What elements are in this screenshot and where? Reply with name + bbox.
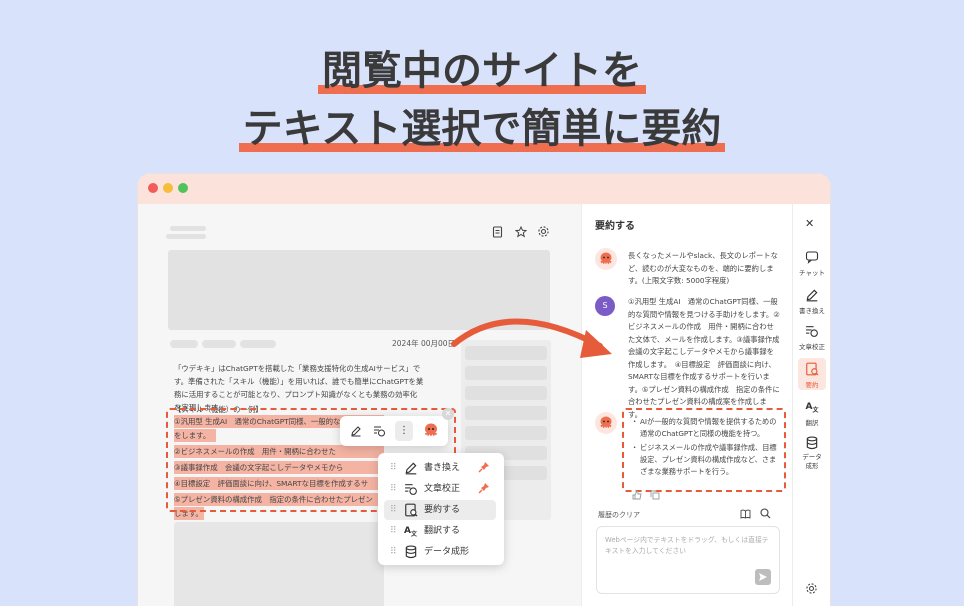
summary-result: ・ AIが一般的な質問や情報を提供するための通常のChatGPTと同様の機能を持つ… — [630, 416, 780, 478]
bot-avatar — [595, 412, 617, 434]
database-icon — [405, 545, 417, 559]
tag-placeholder — [170, 340, 198, 348]
drag-handle-icon[interactable]: ⠿ — [390, 521, 397, 541]
tag-placeholder — [240, 340, 276, 348]
drag-handle-icon[interactable]: ⠿ — [390, 542, 397, 562]
drag-handle-icon[interactable]: ⠿ — [390, 458, 397, 478]
skill-rail: ✕ チャット 書き換え 文章校正 要約 A文 翻訳 データ成形 — [792, 204, 830, 606]
user-message: ①汎用型 生成AI 通常のChatGPT同様、一般的な質問や情報を見つける手助け… — [628, 297, 787, 419]
pencil-icon[interactable] — [350, 425, 362, 437]
summary-icon — [405, 503, 418, 517]
logo-placeholder — [170, 226, 206, 231]
minimize-dot[interactable] — [163, 183, 173, 193]
summary-bullet: ・ AIが一般的な質問や情報を提供するための通常のChatGPTと同様の機能を持つ… — [631, 417, 777, 438]
pin-icon[interactable] — [478, 482, 490, 494]
skill-menu: ⠿ 書き換え ⠿ 文章校正 ⠿ 要約する ⠿ A文 翻訳する ⠿ データ成形 — [378, 453, 504, 565]
title-bar — [138, 174, 830, 204]
headline-line-1: 閲覧中のサイトを — [0, 38, 964, 96]
maximize-dot[interactable] — [178, 183, 188, 193]
send-icon — [759, 573, 767, 581]
send-button[interactable] — [755, 569, 771, 585]
proofread-icon — [405, 484, 417, 495]
search-icon[interactable] — [760, 508, 771, 519]
headline-line-2: テキスト選択で簡単に要約 — [0, 96, 964, 154]
browser-window: 2024年 00月00日 「ウデキキ」はChatGPTを搭載した「業務支援特化の… — [138, 174, 830, 606]
book-icon[interactable] — [740, 509, 751, 519]
translate-icon: A文 — [404, 526, 417, 538]
translate-icon: A文 — [805, 402, 819, 414]
chat-icon — [805, 251, 819, 264]
thumbs-up-icon[interactable] — [632, 490, 642, 500]
database-icon — [806, 436, 818, 450]
history-clear-link[interactable]: 履歴のクリア — [598, 510, 640, 520]
menu-item-data-format[interactable]: ⠿ データ成形 — [384, 542, 496, 562]
web-page: 2024年 00月00日 「ウデキキ」はChatGPTを搭載した「業務支援特化の… — [138, 204, 581, 606]
rail-item-chat[interactable]: チャット — [793, 250, 830, 277]
rail-item-data-format[interactable]: データ成形 — [793, 436, 830, 471]
floating-toolbar: ⋮ ✕ — [340, 408, 454, 446]
menu-item-translate[interactable]: ⠿ A文 翻訳する — [384, 521, 496, 541]
pencil-icon — [405, 462, 417, 475]
settings-icon[interactable] — [805, 582, 818, 595]
pencil-icon — [806, 289, 818, 302]
drag-handle-icon[interactable]: ⠿ — [390, 500, 397, 520]
logo-placeholder — [166, 234, 206, 239]
gear-icon[interactable] — [537, 225, 550, 238]
tag-placeholder — [202, 340, 236, 348]
more-options-button[interactable]: ⋮ — [395, 421, 413, 441]
rail-item-proofread[interactable]: 文章校正 — [793, 324, 830, 351]
copy-icon[interactable] — [650, 490, 660, 500]
content-placeholder — [174, 522, 384, 606]
document-icon[interactable] — [492, 226, 503, 238]
close-dot[interactable] — [148, 183, 158, 193]
panel-title: 要約する — [595, 221, 635, 232]
proofread-icon — [806, 326, 818, 337]
close-icon[interactable]: ✕ — [442, 408, 454, 420]
bot-avatar — [595, 248, 617, 270]
proofread-icon[interactable] — [373, 425, 386, 437]
star-icon[interactable] — [515, 226, 527, 238]
drag-handle-icon[interactable]: ⠿ — [390, 479, 397, 499]
summary-bullet: ・ビジネスメールの作成や議事録作成、目標設定、プレゼン資料の構成作成など、さまざ… — [631, 443, 777, 476]
flow-arrow — [451, 318, 612, 358]
menu-item-summarize[interactable]: ⠿ 要約する — [384, 500, 496, 520]
pin-icon[interactable] — [478, 461, 490, 473]
close-icon[interactable]: ✕ — [805, 217, 814, 230]
rail-item-summarize[interactable]: 要約 — [798, 358, 826, 390]
rail-item-rewrite[interactable]: 書き換え — [793, 288, 830, 315]
message-input[interactable]: Webページ内でテキストをドラッグ、もしくは直接テキストを入力してください — [596, 526, 780, 594]
assistant-panel: 要約する 長くなったメールやslack、長文のレポートなど、読むのが大変なものを… — [581, 204, 792, 606]
summary-icon — [806, 362, 819, 376]
octopus-mascot-icon[interactable] — [423, 422, 439, 439]
rail-item-translate[interactable]: A文 翻訳 — [793, 400, 830, 427]
bot-message: 長くなったメールやslack、長文のレポートなど、読むのが大変なものを、端的に要… — [628, 251, 778, 285]
menu-item-proofread[interactable]: ⠿ 文章校正 — [384, 479, 496, 499]
input-placeholder: Webページ内でテキストをドラッグ、もしくは直接テキストを入力してください — [605, 536, 769, 555]
menu-item-rewrite[interactable]: ⠿ 書き換え — [384, 458, 496, 478]
